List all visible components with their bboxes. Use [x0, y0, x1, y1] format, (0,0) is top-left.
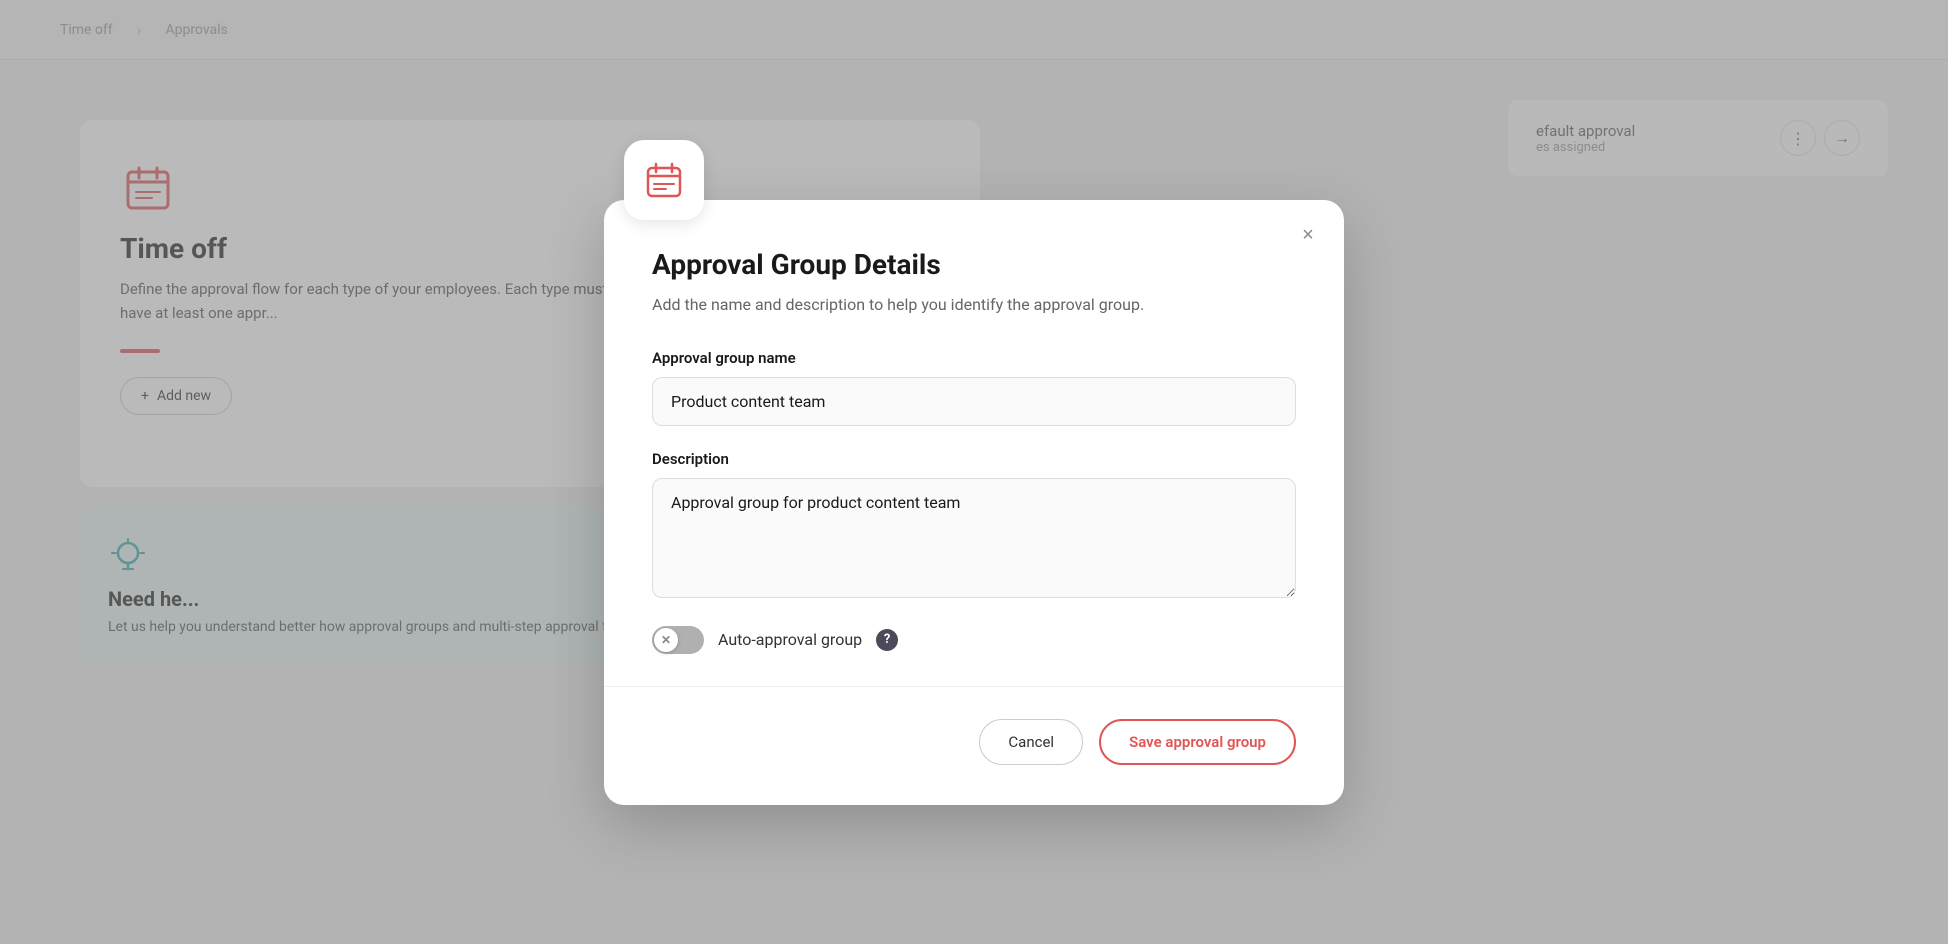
modal-app-icon-container [624, 140, 704, 220]
cancel-button[interactable]: Cancel [979, 719, 1083, 765]
modal-subtitle: Add the name and description to help you… [652, 293, 1296, 317]
modal-title: Approval Group Details [652, 248, 1296, 281]
auto-approval-toggle-row: ✕ Auto-approval group ? [652, 626, 1296, 654]
approval-group-name-label: Approval group name [652, 349, 1296, 367]
approval-group-name-group: Approval group name [652, 349, 1296, 426]
description-textarea[interactable]: Approval group for product content team [652, 478, 1296, 598]
calendar-tasks-icon [642, 158, 686, 202]
modal-footer: Cancel Save approval group [652, 719, 1296, 765]
auto-approval-label: Auto-approval group [718, 630, 862, 649]
description-label: Description [652, 450, 1296, 468]
modal-wrapper: × Approval Group Details Add the name an… [604, 140, 1344, 805]
modal-overlay: × Approval Group Details Add the name an… [0, 0, 1948, 944]
approval-group-details-modal: × Approval Group Details Add the name an… [604, 200, 1344, 805]
description-group: Description Approval group for product c… [652, 450, 1296, 602]
auto-approval-toggle[interactable]: ✕ [652, 626, 704, 654]
save-approval-group-button[interactable]: Save approval group [1099, 719, 1296, 765]
toggle-off-icon: ✕ [661, 633, 671, 647]
toggle-thumb: ✕ [654, 628, 678, 652]
approval-group-name-input[interactable] [652, 377, 1296, 426]
help-tooltip-icon[interactable]: ? [876, 629, 898, 651]
toggle-track: ✕ [652, 626, 704, 654]
close-icon: × [1302, 224, 1314, 247]
modal-close-button[interactable]: × [1292, 220, 1324, 252]
modal-footer-divider [604, 686, 1344, 687]
